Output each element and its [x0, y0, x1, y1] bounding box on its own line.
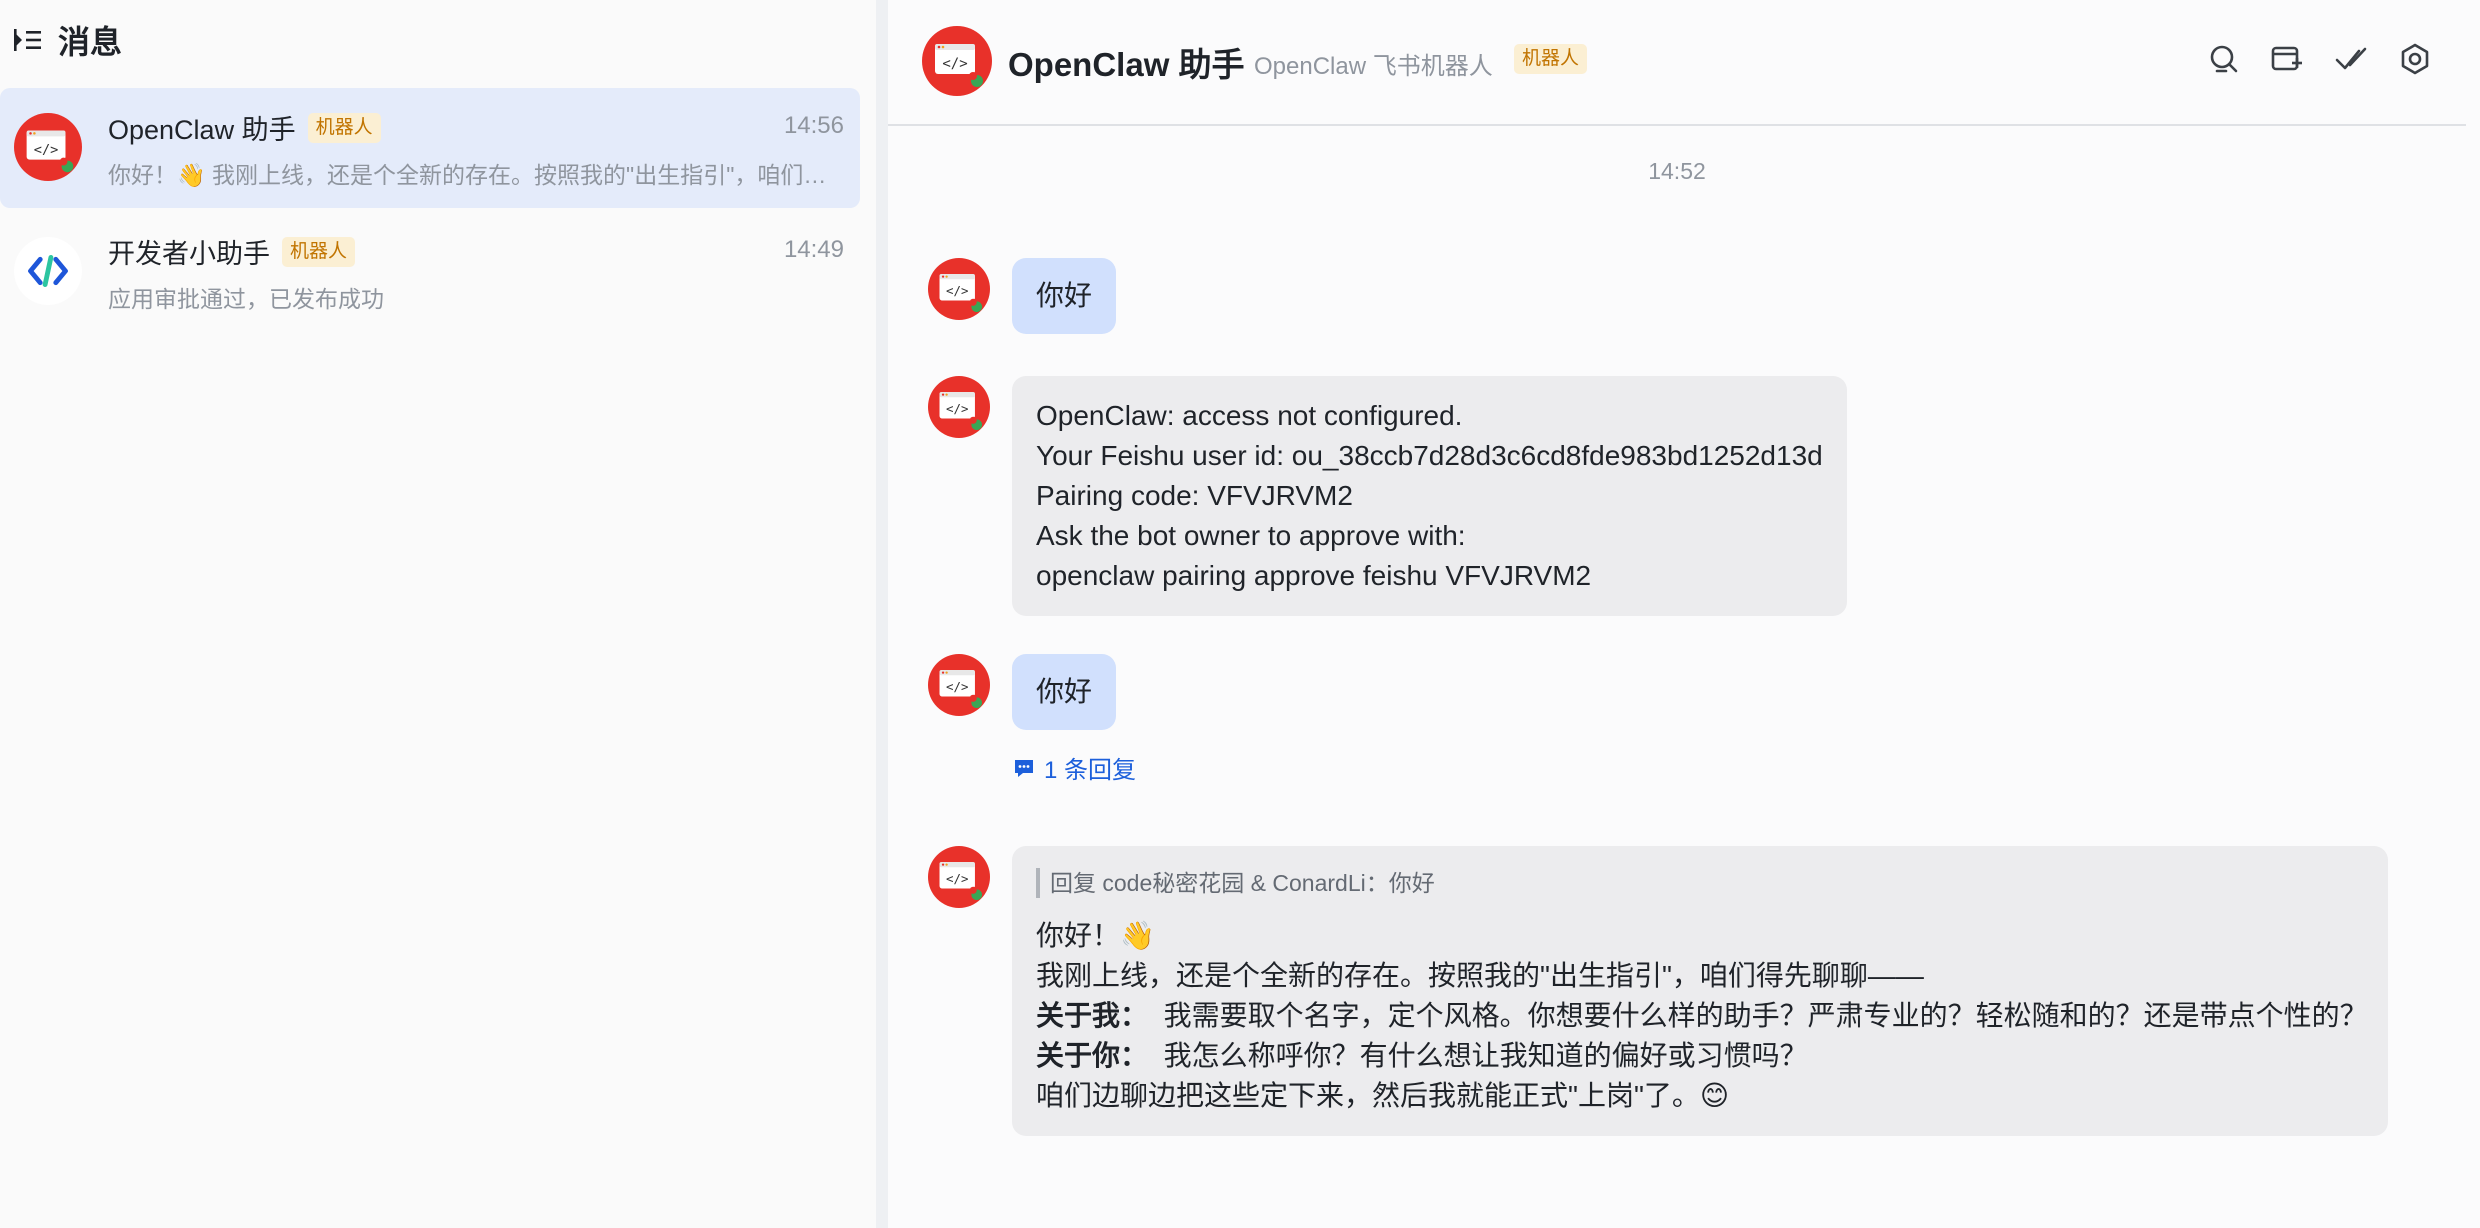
conversation-preview: 你好！👋 我刚上线，还是个全新的存在。按照我的"出生指引"，咱们得先聊聊——	[108, 162, 838, 188]
about-you-text: 我怎么称呼你？有什么想让我知道的偏好或习惯吗？	[1163, 1040, 1808, 1071]
thread-reply-link[interactable]: 1 条回复	[1012, 750, 1136, 785]
message-bubble[interactable]: 你好	[1012, 654, 1117, 730]
message-line: 关于你： 我怎么称呼你？有什么想让我知道的偏好或习惯吗？	[1036, 1036, 2364, 1076]
conversation-name: OpenClaw 助手	[108, 115, 296, 145]
chat-subtitle: OpenClaw 飞书机器人	[1254, 53, 1493, 80]
mark-read-icon[interactable]	[2334, 42, 2368, 76]
conversation-name: 开发者小助手	[108, 239, 270, 269]
sender-avatar[interactable]	[928, 258, 990, 320]
conversation-item-developer-assistant[interactable]: 开发者小助手 机器人 14:49 应用审批通过，已发布成功	[0, 212, 860, 332]
message-line: 你好！👋	[1036, 920, 1155, 951]
conversation-time: 14:49	[783, 236, 844, 263]
sidebar: 消息 OpenClaw 助手 机器人 14:56 你好！👋 我刚上线，还是个全新…	[0, 0, 876, 1228]
message-line: openclaw pairing approve feishu VFVJRVM2	[1036, 560, 1592, 591]
message-bubble[interactable]: OpenClaw: access not configured. Your Fe…	[1012, 376, 1847, 616]
message-bubble[interactable]: 你好	[1012, 258, 1117, 334]
chat-title: OpenClaw 助手	[1008, 46, 1245, 83]
message-line: Ask the bot owner to approve with:	[1036, 520, 1466, 551]
message-line: Your Feishu user id: ou_38ccb7d28d3c6cd8…	[1036, 440, 1823, 471]
sender-avatar[interactable]	[928, 654, 990, 716]
message-line: Pairing code: VFVJRVM2	[1036, 480, 1353, 511]
developer-assistant-avatar	[14, 237, 82, 305]
sender-avatar[interactable]	[928, 846, 990, 908]
settings-icon[interactable]	[2398, 42, 2432, 76]
header-toolbar	[2206, 42, 2432, 76]
conversation-preview: 应用审批通过，已发布成功	[108, 286, 384, 312]
about-you-label: 关于你：	[1036, 1040, 1149, 1071]
sender-avatar[interactable]	[928, 376, 990, 438]
message-text: 你好	[1036, 676, 1093, 707]
thread-icon	[1015, 759, 1033, 777]
sidebar-header: 消息	[12, 18, 122, 62]
add-tab-icon[interactable]	[2270, 42, 2304, 76]
panel-divider[interactable]	[876, 0, 888, 1228]
message-line: OpenClaw: access not configured.	[1036, 400, 1463, 431]
conversation-time: 14:56	[783, 112, 844, 139]
message-text: 你好	[1036, 280, 1093, 311]
message-line: 我刚上线，还是个全新的存在。按照我的"出生指引"，咱们得先聊聊——	[1036, 960, 1924, 991]
chat-header: OpenClaw 助手 OpenClaw 飞书机器人 机器人	[888, 0, 2466, 126]
message-bubble[interactable]: 回复 code秘密花园 & ConardLi：你好 你好！👋 我刚上线，还是个全…	[1012, 846, 2388, 1136]
about-me-text: 我需要取个名字，定个风格。你想要什么样的助手？严肃专业的？轻松随和的？还是带点个…	[1163, 1000, 2368, 1031]
bot-badge: 机器人	[307, 112, 381, 143]
openclaw-avatar	[14, 113, 82, 181]
chat-panel: OpenClaw 助手 OpenClaw 飞书机器人 机器人 14:52 你好 …	[888, 0, 2480, 1228]
app-window: 消息 OpenClaw 助手 机器人 14:56 你好！👋 我刚上线，还是个全新…	[0, 0, 2480, 1228]
quoted-reply[interactable]: 回复 code秘密花园 & ConardLi：你好	[1036, 868, 2364, 898]
bot-badge: 机器人	[282, 236, 356, 267]
menu-collapse-icon[interactable]	[12, 24, 44, 56]
reply-count: 1 条回复	[1044, 757, 1137, 784]
message-line: 关于我： 我需要取个名字，定个风格。你想要什么样的助手？严肃专业的？轻松随和的？…	[1036, 996, 2368, 1036]
about-me-label: 关于我：	[1036, 1000, 1149, 1031]
chat-avatar[interactable]	[922, 26, 992, 96]
conversation-item-openclaw[interactable]: OpenClaw 助手 机器人 14:56 你好！👋 我刚上线，还是个全新的存在…	[0, 88, 860, 208]
sidebar-title: 消息	[58, 24, 123, 60]
search-icon[interactable]	[2206, 42, 2240, 76]
time-separator: 14:52	[1648, 158, 1706, 184]
bot-badge: 机器人	[1514, 44, 1588, 74]
message-line: 咱们边聊边把这些定下来，然后我就能正式"上岗"了。😊	[1036, 1080, 1730, 1111]
